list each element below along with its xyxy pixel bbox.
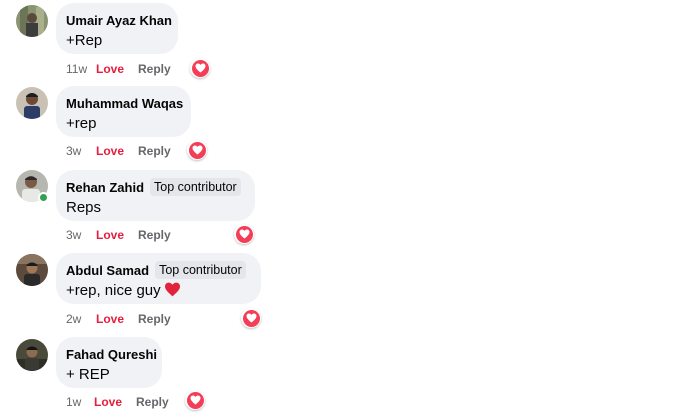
avatar-photo-icon xyxy=(16,254,48,286)
comment-actions: 11w Love Reply xyxy=(66,59,171,79)
comment-text: Reps xyxy=(66,199,102,216)
love-reaction-icon[interactable] xyxy=(241,308,261,328)
love-reaction-icon[interactable] xyxy=(187,140,207,160)
comment-bubble: Abdul Samad Top contributor +rep, nice g… xyxy=(56,253,261,304)
comment-bubble: Fahad Qureshi + REP xyxy=(56,337,162,388)
author-name[interactable]: Umair Ayaz Khan xyxy=(66,13,172,28)
love-reaction-icon[interactable] xyxy=(185,390,205,410)
author-name[interactable]: Fahad Qureshi xyxy=(66,347,157,362)
red-heart-icon xyxy=(164,282,181,303)
timestamp[interactable]: 1w xyxy=(66,395,94,409)
author-name[interactable]: Rehan Zahid xyxy=(66,180,144,195)
comment-actions: 3w Love Reply xyxy=(66,225,171,245)
avatar[interactable] xyxy=(16,5,48,37)
comment-bubble: Rehan Zahid Top contributor Reps xyxy=(56,170,255,221)
author-name[interactable]: Abdul Samad xyxy=(66,263,149,278)
avatar-photo-icon xyxy=(16,339,48,371)
love-reaction-icon[interactable] xyxy=(190,58,210,78)
top-contributor-badge[interactable]: Top contributor xyxy=(155,261,246,279)
love-button[interactable]: Love xyxy=(96,228,124,242)
timestamp[interactable]: 2w xyxy=(66,312,96,326)
reply-button[interactable]: Reply xyxy=(138,62,171,76)
comment-actions: 2w Love Reply xyxy=(66,309,171,329)
love-button[interactable]: Love xyxy=(94,395,122,409)
avatar-photo-icon xyxy=(16,5,48,37)
online-status-indicator xyxy=(38,192,49,203)
love-button[interactable]: Love xyxy=(96,144,124,158)
love-button[interactable]: Love xyxy=(96,312,124,326)
comment-text: +rep, nice guy xyxy=(66,282,161,299)
comment-text: +rep xyxy=(66,115,97,132)
comment-text-row: +rep, nice guy xyxy=(66,281,249,303)
comment-text: + REP xyxy=(66,366,110,383)
avatar[interactable] xyxy=(16,254,48,286)
top-contributor-badge[interactable]: Top contributor xyxy=(150,178,241,196)
love-button[interactable]: Love xyxy=(96,62,124,76)
avatar[interactable] xyxy=(16,87,48,119)
comment-text: +Rep xyxy=(66,32,103,49)
comment-actions: 1w Love Reply xyxy=(66,392,169,412)
love-reaction-icon[interactable] xyxy=(234,224,254,244)
timestamp[interactable]: 3w xyxy=(66,144,96,158)
reply-button[interactable]: Reply xyxy=(138,228,171,242)
reply-button[interactable]: Reply xyxy=(138,144,171,158)
comment-bubble: Umair Ayaz Khan +Rep xyxy=(56,3,178,54)
comment-bubble: Muhammad Waqas +rep xyxy=(56,86,191,137)
timestamp[interactable]: 11w xyxy=(66,62,96,76)
reply-button[interactable]: Reply xyxy=(138,312,171,326)
timestamp[interactable]: 3w xyxy=(66,228,96,242)
author-name[interactable]: Muhammad Waqas xyxy=(66,96,183,111)
avatar-photo-icon xyxy=(16,87,48,119)
avatar[interactable] xyxy=(16,339,48,371)
comment-actions: 3w Love Reply xyxy=(66,141,171,161)
reply-button[interactable]: Reply xyxy=(136,395,169,409)
